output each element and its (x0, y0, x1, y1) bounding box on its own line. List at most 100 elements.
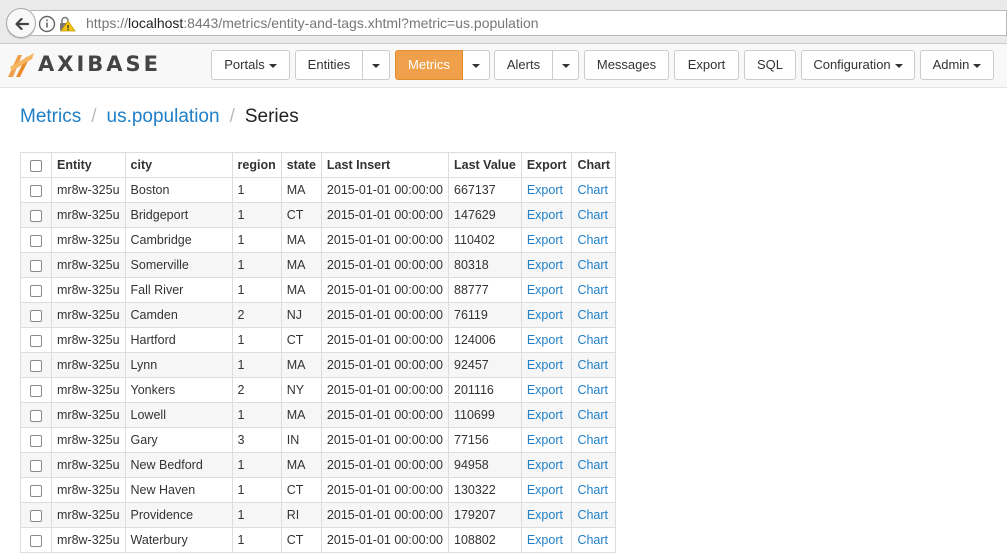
export-link[interactable]: Export (520, 452, 573, 478)
breadcrumb-metric-link[interactable]: us.population (107, 106, 220, 127)
export-link[interactable]: Export (520, 227, 573, 253)
row-select-cell (20, 277, 52, 303)
last-value-cell: 80318 (448, 252, 522, 278)
chart-link[interactable]: Chart (571, 502, 617, 528)
city-cell: Waterbury (124, 527, 233, 553)
caret-down-icon (372, 63, 380, 68)
table-row: mr8w-325u New Haven 1 CT 2015-01-01 00:00:00… (20, 477, 617, 503)
chart-link[interactable]: Chart (571, 327, 617, 353)
row-checkbox[interactable] (30, 409, 42, 422)
chart-link[interactable]: Chart (571, 277, 617, 303)
alerts-button[interactable]: Alerts (494, 50, 553, 80)
export-link[interactable]: Export (520, 177, 573, 203)
column-header-city[interactable]: city (124, 152, 233, 178)
entities-button[interactable]: Entities (295, 50, 363, 80)
column-header-state[interactable]: state (280, 152, 322, 178)
alerts-caret-button[interactable] (553, 50, 579, 80)
region-cell: 1 (231, 502, 282, 528)
sql-button[interactable]: SQL (744, 50, 796, 80)
chart-link[interactable]: Chart (571, 377, 617, 403)
entities-caret-button[interactable] (363, 50, 390, 80)
column-header-entity[interactable]: Entity (51, 152, 126, 178)
table-header-row: Entity city region state Last Insert Las… (20, 152, 617, 178)
logo-text[interactable]: AXIBASE (38, 52, 161, 76)
chart-link[interactable]: Chart (571, 302, 617, 328)
last-insert-cell: 2015-01-01 00:00:00 (320, 177, 450, 203)
row-checkbox[interactable] (30, 184, 42, 197)
select-all-cell (20, 152, 52, 178)
export-link[interactable]: Export (520, 252, 573, 278)
chart-link[interactable]: Chart (571, 452, 617, 478)
region-cell: 2 (231, 377, 282, 403)
state-cell: MA (280, 252, 322, 278)
arrow-left-icon (15, 17, 30, 31)
metrics-button[interactable]: Metrics (395, 50, 463, 80)
address-bar[interactable]: https://localhost:8443/metrics/entity-an… (30, 10, 1007, 36)
row-checkbox[interactable] (30, 284, 42, 297)
export-button[interactable]: Export (674, 50, 739, 80)
configuration-label: Configuration (813, 57, 891, 72)
export-link[interactable]: Export (520, 477, 573, 503)
messages-button[interactable]: Messages (584, 50, 669, 80)
table-row: mr8w-325u Waterbury 1 CT 2015-01-01 00:00:00… (20, 527, 617, 553)
chart-link[interactable]: Chart (571, 352, 617, 378)
last-insert-cell: 2015-01-01 00:00:00 (320, 227, 450, 253)
back-button[interactable] (6, 8, 36, 38)
export-link[interactable]: Export (520, 277, 573, 303)
site-info-icon[interactable] (38, 15, 82, 33)
export-link[interactable]: Export (520, 402, 573, 428)
configuration-dropdown[interactable]: Configuration (801, 50, 915, 80)
chart-link[interactable]: Chart (571, 227, 617, 253)
export-link[interactable]: Export (520, 502, 573, 528)
row-checkbox[interactable] (30, 334, 42, 347)
portals-dropdown[interactable]: Portals (211, 50, 290, 80)
alerts-label: Alerts (506, 57, 541, 72)
row-checkbox[interactable] (30, 509, 42, 522)
chart-link[interactable]: Chart (571, 427, 617, 453)
series-table-body: mr8w-325u Boston 1 MA 2015-01-01 00:00:00 667… (20, 177, 617, 553)
export-link[interactable]: Export (520, 427, 573, 453)
column-header-last-insert[interactable]: Last Insert (320, 152, 450, 178)
row-checkbox[interactable] (30, 259, 42, 272)
row-checkbox[interactable] (30, 209, 42, 222)
row-checkbox[interactable] (30, 234, 42, 247)
state-cell: IN (280, 427, 322, 453)
export-link[interactable]: Export (520, 302, 573, 328)
breadcrumb-metrics-link[interactable]: Metrics (20, 106, 81, 127)
axibase-logo-icon[interactable] (6, 51, 36, 79)
metrics-caret-button[interactable] (463, 50, 490, 80)
export-link[interactable]: Export (520, 377, 573, 403)
chart-link[interactable]: Chart (571, 402, 617, 428)
export-label: Export (687, 57, 726, 72)
region-cell: 1 (231, 277, 282, 303)
row-checkbox[interactable] (30, 384, 42, 397)
breadcrumb-separator: / (91, 106, 97, 127)
table-row: mr8w-325u Providence 1 RI 2015-01-01 00:00:0… (20, 502, 617, 528)
region-cell: 1 (231, 177, 282, 203)
row-checkbox[interactable] (30, 434, 42, 447)
export-link[interactable]: Export (520, 527, 573, 553)
row-checkbox[interactable] (30, 484, 42, 497)
column-header-last-value[interactable]: Last Value (448, 152, 522, 178)
chart-link[interactable]: Chart (571, 202, 617, 228)
export-link[interactable]: Export (520, 352, 573, 378)
chart-link[interactable]: Chart (571, 477, 617, 503)
row-checkbox[interactable] (30, 459, 42, 472)
browser-toolbar: https://localhost:8443/metrics/entity-an… (0, 0, 1007, 44)
app-navbar: AXIBASE Portals Entities Metrics Alerts … (0, 44, 1007, 88)
state-cell: MA (280, 352, 322, 378)
row-checkbox[interactable] (30, 534, 42, 547)
export-link[interactable]: Export (520, 327, 573, 353)
city-cell: Cambridge (124, 227, 233, 253)
column-header-region[interactable]: region (231, 152, 282, 178)
chart-link[interactable]: Chart (571, 252, 617, 278)
export-link[interactable]: Export (520, 202, 573, 228)
chart-link[interactable]: Chart (571, 177, 617, 203)
chart-link[interactable]: Chart (571, 527, 617, 553)
row-checkbox[interactable] (30, 309, 42, 322)
row-checkbox[interactable] (30, 359, 42, 372)
admin-dropdown[interactable]: Admin (920, 50, 994, 80)
select-all-checkbox[interactable] (30, 159, 42, 172)
caret-down-icon (472, 63, 480, 68)
last-insert-cell: 2015-01-01 00:00:00 (320, 452, 450, 478)
